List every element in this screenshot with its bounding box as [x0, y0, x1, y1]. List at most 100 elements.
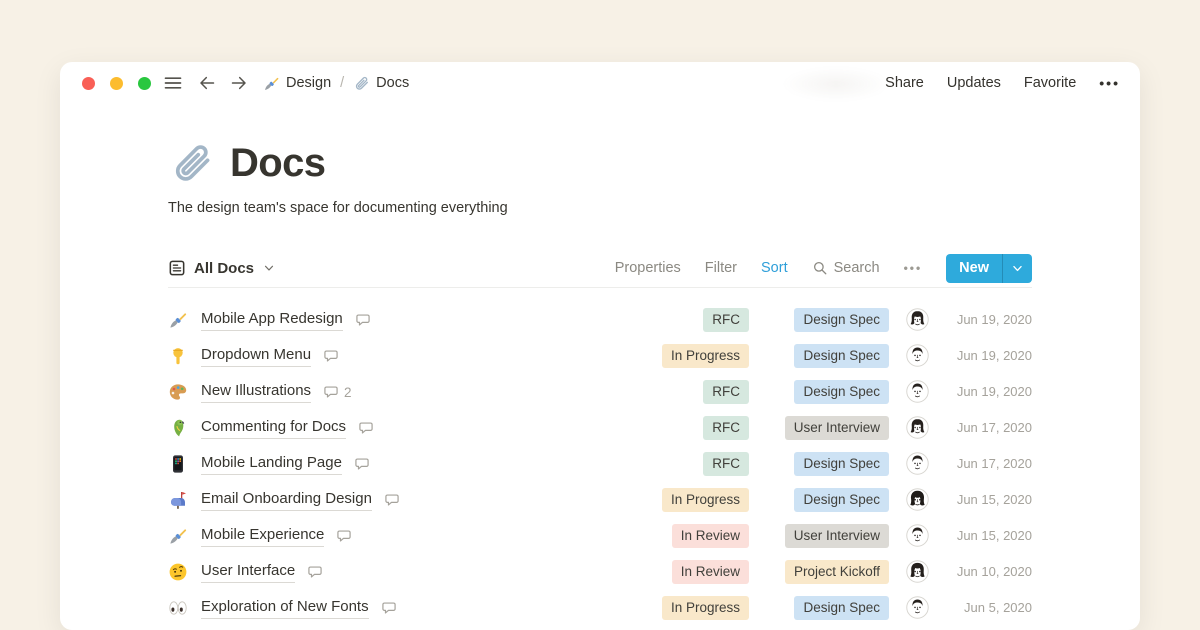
table-row[interactable]: Dropdown Menu In Progress Design Spec Ju…	[168, 338, 1032, 374]
avatar-man[interactable]	[906, 344, 929, 367]
breadcrumb-item-design[interactable]: Design	[263, 75, 331, 92]
comment-icon	[358, 420, 374, 436]
category-tag[interactable]: Design Spec	[794, 380, 889, 404]
table-row[interactable]: Mobile App Redesign RFC Design Spec Jun …	[168, 302, 1032, 338]
comment-count[interactable]	[358, 420, 379, 436]
comment-count[interactable]	[336, 528, 357, 544]
eyes-icon	[168, 598, 188, 618]
view-selector[interactable]: All Docs	[168, 259, 276, 277]
search-button[interactable]: Search	[812, 260, 880, 276]
status-tag[interactable]: In Progress	[662, 596, 749, 620]
share-button[interactable]: Share	[885, 75, 924, 91]
mobile-phone-icon	[168, 454, 188, 474]
avatar-woman-headphones[interactable]	[906, 416, 929, 439]
more-options-icon[interactable]: •••	[1099, 75, 1120, 91]
comment-icon	[323, 384, 339, 400]
sidebar-toggle-icon[interactable]	[163, 73, 183, 93]
avatar-woman-bob[interactable]	[906, 560, 929, 583]
paperclip-icon	[353, 75, 370, 92]
face-raised-eyebrow-icon	[168, 562, 188, 582]
doc-title-link[interactable]: New Illustrations	[201, 381, 311, 404]
category-tag[interactable]: User Interview	[785, 416, 889, 440]
doc-title-link[interactable]: Commenting for Docs	[201, 417, 346, 440]
forward-arrow-icon[interactable]	[229, 73, 249, 93]
category-tag[interactable]: Design Spec	[794, 488, 889, 512]
comment-count[interactable]	[381, 600, 402, 616]
table-row[interactable]: New Illustrations 2 RFC Design Spec Jun …	[168, 374, 1032, 410]
table-row[interactable]: User Interface In Review Project Kickoff…	[168, 554, 1032, 590]
status-tag[interactable]: RFC	[703, 380, 749, 404]
avatar-man[interactable]	[906, 524, 929, 547]
comment-count[interactable]	[307, 564, 328, 580]
close-window-button[interactable]	[82, 77, 95, 90]
zoom-window-button[interactable]	[138, 77, 151, 90]
doc-title-link[interactable]: User Interface	[201, 561, 295, 584]
notion-window: Design / Docs Share Updates Favorite •••	[60, 62, 1140, 630]
toolbar-item-sort[interactable]: Sort	[761, 260, 788, 276]
avatar-man[interactable]	[906, 596, 929, 619]
toolbar-item-filter[interactable]: Filter	[705, 260, 737, 276]
status-tag[interactable]: In Progress	[662, 488, 749, 512]
category-tag[interactable]: User Interview	[785, 524, 889, 548]
new-button-label[interactable]: New	[946, 254, 1002, 283]
avatar-woman-dark[interactable]	[906, 488, 929, 511]
category-tag[interactable]: Design Spec	[794, 344, 889, 368]
status-tag[interactable]: RFC	[703, 452, 749, 476]
table-row[interactable]: Mobile Experience In Review User Intervi…	[168, 518, 1032, 554]
category-tag[interactable]: Design Spec	[794, 596, 889, 620]
comment-icon	[384, 492, 400, 508]
page-description[interactable]: The design team's space for documenting …	[168, 200, 1032, 216]
comment-icon	[381, 600, 397, 616]
doc-title-link[interactable]: Exploration of New Fonts	[201, 597, 369, 620]
comment-count[interactable]: 2	[323, 384, 352, 400]
comment-count[interactable]	[354, 456, 375, 472]
avatar-woman-headphones[interactable]	[906, 308, 929, 331]
category-tag[interactable]: Design Spec	[794, 308, 889, 332]
doc-title-link[interactable]: Email Onboarding Design	[201, 489, 372, 512]
doc-title-link[interactable]: Mobile Landing Page	[201, 453, 342, 476]
edited-date: Jun 15, 2020	[942, 528, 1032, 543]
doc-title-link[interactable]: Mobile App Redesign	[201, 309, 343, 332]
chevron-down-icon	[262, 261, 276, 275]
favorite-button[interactable]: Favorite	[1024, 75, 1076, 91]
edited-date: Jun 17, 2020	[942, 456, 1032, 471]
table-row[interactable]: Exploration of New Fonts In Progress Des…	[168, 590, 1032, 626]
paintbrush-icon	[168, 526, 188, 546]
table-row[interactable]: Commenting for Docs RFC User Interview J…	[168, 410, 1032, 446]
minimize-window-button[interactable]	[110, 77, 123, 90]
avatar-man[interactable]	[906, 380, 929, 403]
toolbar-item-properties[interactable]: Properties	[615, 260, 681, 276]
list-view-icon	[168, 259, 186, 277]
category-tag[interactable]: Project Kickoff	[785, 560, 889, 584]
page-title[interactable]: Docs	[230, 141, 325, 186]
back-arrow-icon[interactable]	[197, 73, 217, 93]
status-tag[interactable]: In Review	[672, 560, 749, 584]
table-row[interactable]: Email Onboarding Design In Progress Desi…	[168, 482, 1032, 518]
comment-icon	[355, 312, 371, 328]
new-button[interactable]: New	[946, 254, 1032, 283]
comment-count[interactable]	[323, 348, 344, 364]
paperclip-icon[interactable]	[168, 140, 215, 187]
category-tag[interactable]: Design Spec	[794, 452, 889, 476]
view-more-options-icon[interactable]: •••	[904, 261, 923, 275]
status-tag[interactable]: RFC	[703, 416, 749, 440]
view-selector-label: All Docs	[194, 260, 254, 277]
comment-icon	[354, 456, 370, 472]
edited-date: Jun 19, 2020	[942, 384, 1032, 399]
status-tag[interactable]: In Review	[672, 524, 749, 548]
doc-title-link[interactable]: Dropdown Menu	[201, 345, 311, 368]
edited-date: Jun 15, 2020	[942, 492, 1032, 507]
chevron-down-icon[interactable]	[1003, 254, 1032, 283]
doc-title-link[interactable]: Mobile Experience	[201, 525, 324, 548]
status-tag[interactable]: RFC	[703, 308, 749, 332]
table-row[interactable]: Mobile Landing Page RFC Design Spec Jun …	[168, 446, 1032, 482]
updates-button[interactable]: Updates	[947, 75, 1001, 91]
breadcrumb-separator: /	[339, 75, 345, 91]
comment-icon	[323, 348, 339, 364]
comment-count[interactable]	[355, 312, 376, 328]
breadcrumb-item-docs[interactable]: Docs	[353, 75, 409, 92]
avatar-man[interactable]	[906, 452, 929, 475]
comment-count[interactable]	[384, 492, 405, 508]
status-tag[interactable]: In Progress	[662, 344, 749, 368]
palette-icon	[168, 382, 188, 402]
